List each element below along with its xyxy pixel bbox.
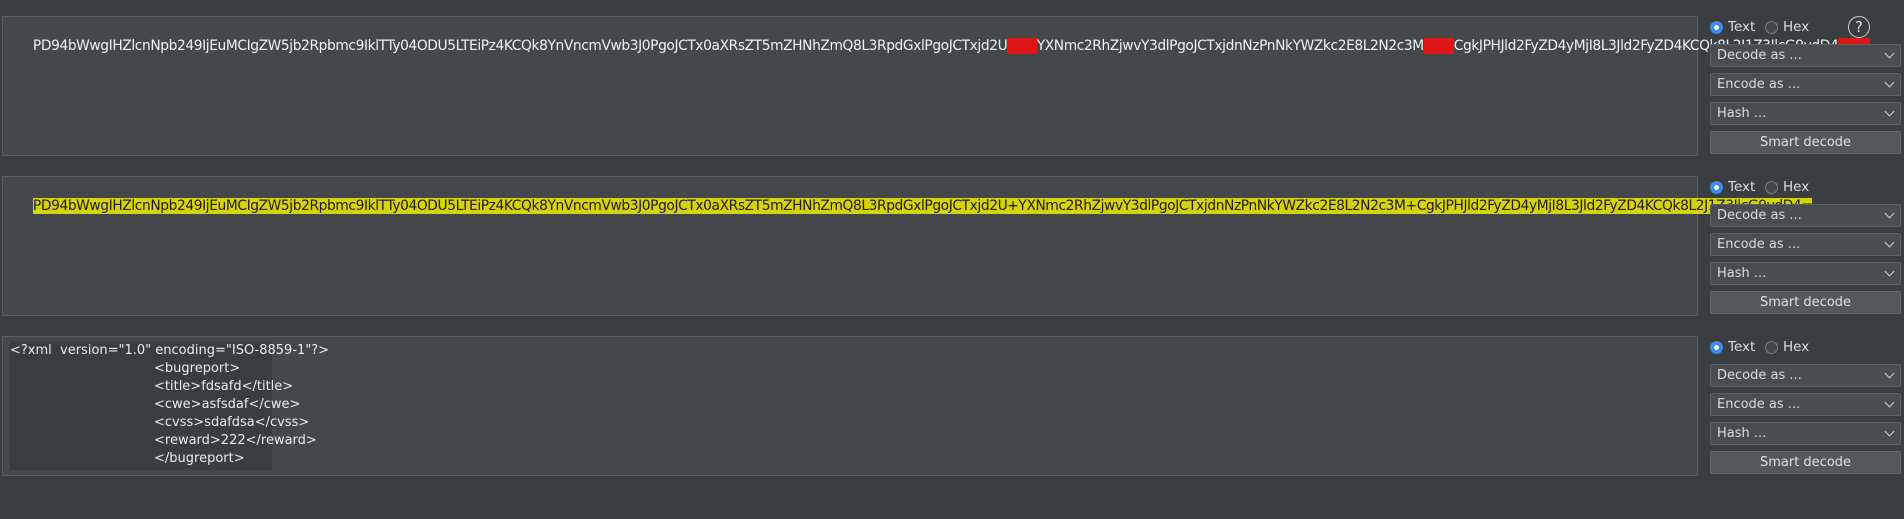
encode-as-label: Encode as ...: [1717, 397, 1801, 412]
text-radio-label[interactable]: Text: [1728, 339, 1755, 355]
text-radio[interactable]: [1710, 21, 1723, 34]
chevron-down-icon: [1884, 397, 1895, 408]
encode-as-label: Encode as ...: [1717, 77, 1801, 92]
controls-panel-1: Text Hex ? Decode as ... Encode as ... H…: [1710, 16, 1902, 157]
highlight-red-segment: %2B: [1423, 38, 1454, 54]
hex-radio[interactable]: [1765, 341, 1778, 354]
decode-as-select[interactable]: Decode as ...: [1710, 204, 1901, 227]
controls-panel-3: Text Hex Decode as ... Encode as ... Has…: [1710, 337, 1902, 477]
decoded-panel-3: <?xml version="1.0" encoding="ISO-8859-1…: [2, 336, 1698, 476]
encoded-panel-1: PD94bWwgIHZlcnNpb249IjEuMCIgZW5jb2Rpbmc9…: [2, 16, 1870, 156]
chevron-down-icon: [1884, 106, 1895, 117]
smart-decode-button[interactable]: Smart decode: [1710, 451, 1901, 474]
encoded-panel-2: PD94bWwgIHZlcnNpb249IjEuMCIgZW5jb2Rpbmc9…: [2, 176, 1813, 316]
chevron-down-icon: [1884, 266, 1895, 277]
text-segment: YXNmc2RhZjwvY3dlPgoJCTxjdnNzPnNkYWZkc2E8…: [1036, 38, 1425, 54]
highlight-yellow-segment: PD94bWwgIHZlcnNpb249IjEuMCIgZW5jb2Rpbmc9…: [32, 198, 1813, 214]
text-segment: PD94bWwgIHZlcnNpb249IjEuMCIgZW5jb2Rpbmc9…: [32, 38, 1008, 54]
xml-line: </bugreport>: [154, 451, 245, 466]
xml-line: <title>fdsafd</title>: [154, 379, 294, 394]
encode-as-label: Encode as ...: [1717, 237, 1801, 252]
decoded-text-area-3[interactable]: <?xml version="1.0" encoding="ISO-8859-1…: [2, 336, 1698, 476]
hex-radio-label[interactable]: Hex: [1783, 179, 1809, 195]
chevron-down-icon: [1884, 237, 1895, 248]
hash-select[interactable]: Hash ...: [1710, 422, 1901, 445]
encode-as-select[interactable]: Encode as ...: [1710, 73, 1901, 96]
smart-decode-button[interactable]: Smart decode: [1710, 131, 1901, 154]
chevron-down-icon: [1884, 426, 1895, 437]
text-radio-label[interactable]: Text: [1728, 19, 1755, 35]
text-radio-label[interactable]: Text: [1728, 179, 1755, 195]
hex-radio[interactable]: [1765, 21, 1778, 34]
hash-label: Hash ...: [1717, 426, 1767, 441]
encode-as-select[interactable]: Encode as ...: [1710, 393, 1901, 416]
highlight-red-segment: %2B: [1007, 38, 1037, 54]
encode-as-select[interactable]: Encode as ...: [1710, 233, 1901, 256]
hash-select[interactable]: Hash ...: [1710, 262, 1901, 285]
hash-label: Hash ...: [1717, 106, 1767, 121]
format-radio-group-2: Text Hex: [1710, 177, 1902, 199]
encoded-text-area-2[interactable]: PD94bWwgIHZlcnNpb249IjEuMCIgZW5jb2Rpbmc9…: [2, 176, 1813, 316]
xml-line: <reward>222</reward>: [154, 433, 317, 448]
decode-as-select[interactable]: Decode as ...: [1710, 364, 1901, 387]
hash-label: Hash ...: [1717, 266, 1767, 281]
format-radio-group-3: Text Hex: [1710, 337, 1902, 359]
chevron-down-icon: [1884, 208, 1895, 219]
decode-as-label: Decode as ...: [1717, 48, 1802, 63]
help-icon[interactable]: ?: [1848, 16, 1870, 38]
hash-select[interactable]: Hash ...: [1710, 102, 1901, 125]
xml-line: <?xml version="1.0" encoding="ISO-8859-1…: [10, 343, 330, 358]
decode-as-label: Decode as ...: [1717, 208, 1802, 223]
encoded-text-area-1[interactable]: PD94bWwgIHZlcnNpb249IjEuMCIgZW5jb2Rpbmc9…: [2, 16, 1870, 156]
text-radio[interactable]: [1710, 181, 1723, 194]
decode-as-label: Decode as ...: [1717, 368, 1802, 383]
xml-line: <cwe>asfsdaf</cwe>: [154, 397, 301, 412]
xml-line: <cvss>sdafdsa</cvss>: [154, 415, 310, 430]
controls-panel-2: Text Hex Decode as ... Encode as ... Has…: [1710, 177, 1902, 317]
chevron-down-icon: [1884, 77, 1895, 88]
chevron-down-icon: [1884, 368, 1895, 379]
xml-line: <bugreport>: [154, 361, 241, 376]
format-radio-group-1: Text Hex ?: [1710, 16, 1902, 39]
chevron-down-icon: [1884, 48, 1895, 59]
hex-radio[interactable]: [1765, 181, 1778, 194]
xml-selection: <?xml version="1.0" encoding="ISO-8859-1…: [10, 342, 329, 470]
encoded-text-line-2: PD94bWwgIHZlcnNpb249IjEuMCIgZW5jb2Rpbmc9…: [9, 179, 1813, 233]
encoded-text-line-1: PD94bWwgIHZlcnNpb249IjEuMCIgZW5jb2Rpbmc9…: [9, 19, 1870, 73]
smart-decode-button[interactable]: Smart decode: [1710, 291, 1901, 314]
decode-as-select[interactable]: Decode as ...: [1710, 44, 1901, 67]
text-radio[interactable]: [1710, 341, 1723, 354]
hex-radio-label[interactable]: Hex: [1783, 19, 1809, 35]
hex-radio-label[interactable]: Hex: [1783, 339, 1809, 355]
